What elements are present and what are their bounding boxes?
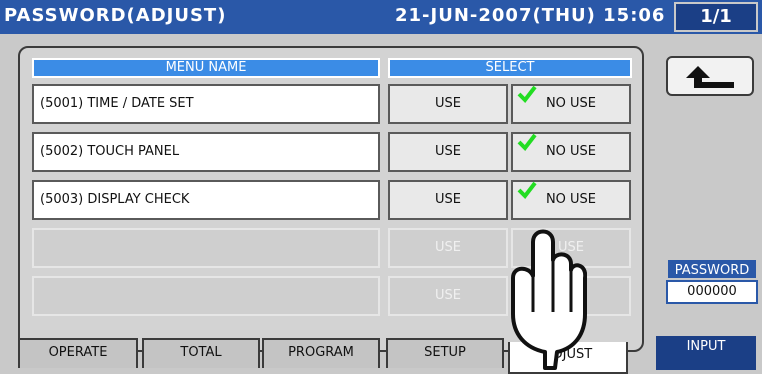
page-indicator: 1/1 xyxy=(674,2,758,32)
input-button[interactable]: INPUT xyxy=(654,334,758,372)
title-bar: PASSWORD(ADJUST) 21-JUN-2007(THU) 15:06 … xyxy=(0,0,762,34)
tab-setup[interactable]: SETUP xyxy=(386,338,504,368)
use-button-disabled: USE xyxy=(388,228,508,268)
tab-operate[interactable]: OPERATE xyxy=(18,338,138,368)
menu-name-cell-empty xyxy=(32,276,380,316)
tab-program[interactable]: PROGRAM xyxy=(262,338,380,368)
menu-name-cell: (5003) DISPLAY CHECK xyxy=(32,180,380,220)
back-arrow-icon xyxy=(686,66,734,88)
menu-name-cell-empty xyxy=(32,228,380,268)
password-label: PASSWORD xyxy=(666,258,758,280)
use-button[interactable]: USE xyxy=(388,132,508,172)
pointing-hand-icon xyxy=(511,229,587,370)
use-button[interactable]: USE xyxy=(388,84,508,124)
checkmark-icon xyxy=(517,181,537,200)
use-button[interactable]: USE xyxy=(388,180,508,220)
checkmark-icon xyxy=(517,133,537,152)
input-label: INPUT xyxy=(686,339,726,354)
tab-total[interactable]: TOTAL xyxy=(142,338,260,368)
page-title: PASSWORD(ADJUST) xyxy=(4,5,227,26)
checkmark-icon xyxy=(517,85,537,104)
select-header: SELECT xyxy=(388,58,632,78)
use-button-disabled: USE xyxy=(388,276,508,316)
datetime-display: 21-JUN-2007(THU) 15:06 xyxy=(395,5,666,26)
password-field[interactable]: 000000 xyxy=(666,280,758,304)
menu-name-header: MENU NAME xyxy=(32,58,380,78)
menu-name-cell: (5002) TOUCH PANEL xyxy=(32,132,380,172)
back-button[interactable] xyxy=(666,56,754,96)
menu-name-cell: (5001) TIME / DATE SET xyxy=(32,84,380,124)
